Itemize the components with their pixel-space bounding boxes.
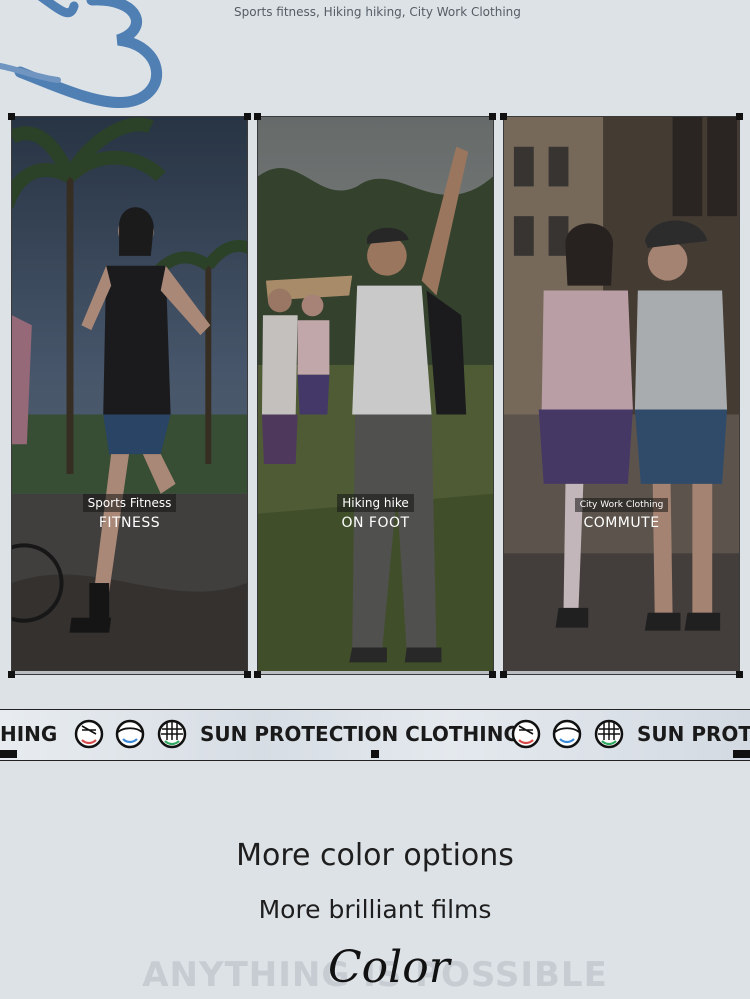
ticker-text-main: SUN PROTECTION CLOTHING — [200, 722, 520, 746]
panel-hiking-big-label: ON FOOT — [341, 515, 410, 531]
mesh-fabric-icon — [157, 719, 187, 749]
handle — [244, 671, 251, 678]
sun-face-icon — [511, 719, 541, 749]
ticker-marker — [733, 750, 750, 758]
panel-hiking-small-label: Hiking hike — [337, 494, 414, 512]
panel-fitness-big-label: FITNESS — [98, 515, 161, 531]
sun-face-icon — [74, 719, 104, 749]
panel-commute[interactable]: City Work Clothing COMMUTE — [503, 116, 740, 675]
panel-fitness-small-label: Sports Fitness — [82, 494, 177, 512]
ticker-marker — [371, 750, 379, 758]
page-subtitle: Sports fitness, Hiking hiking, City Work… — [234, 5, 521, 19]
section-title: More color options — [236, 838, 514, 873]
handle — [244, 113, 251, 120]
handle — [8, 671, 15, 678]
handle — [500, 671, 507, 678]
panel-commute-big-label: COMMUTE — [583, 515, 660, 531]
section-subtitle: More brilliant films — [258, 895, 492, 924]
face-shield-icon — [115, 719, 145, 749]
mesh-fabric-icon — [594, 719, 624, 749]
panel-commute-small-label: City Work Clothing — [574, 498, 669, 512]
panel-hiking-caption: Hiking hike ON FOOT — [258, 492, 493, 531]
handle — [254, 113, 261, 120]
ticker-marker — [0, 750, 17, 758]
handle — [489, 671, 496, 678]
handle — [736, 113, 743, 120]
handle — [254, 671, 261, 678]
ticker-text-partial-left: HING — [0, 722, 58, 746]
handle — [500, 113, 507, 120]
panel-commute-caption: City Work Clothing COMMUTE — [504, 492, 739, 531]
panel-fitness[interactable]: Sports Fitness FITNESS — [11, 116, 248, 675]
handle — [8, 113, 15, 120]
script-word-color: Color — [328, 942, 450, 993]
panel-fitness-caption: Sports Fitness FITNESS — [12, 492, 247, 531]
handle — [489, 113, 496, 120]
face-shield-icon — [552, 719, 582, 749]
ticker-text-partial-right: SUN PROTE — [637, 722, 750, 746]
handle — [736, 671, 743, 678]
panel-hiking[interactable]: Hiking hike ON FOOT — [257, 116, 494, 675]
brush-stroke-logo — [0, 0, 162, 109]
